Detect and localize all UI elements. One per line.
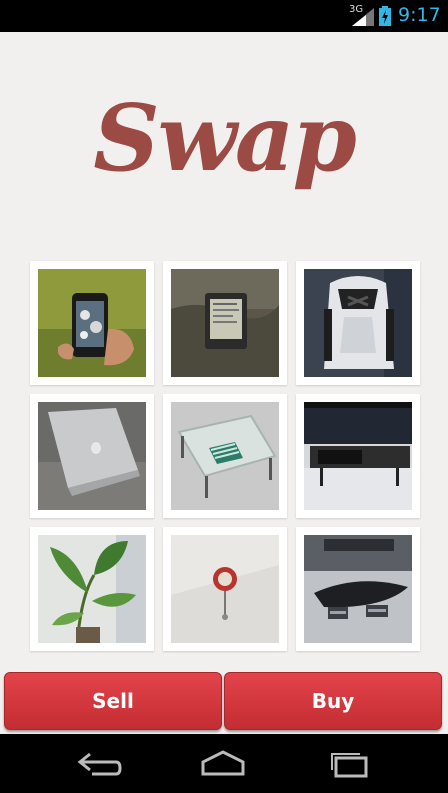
grid-item-wall-clock[interactable] [163, 527, 287, 651]
grid-item-kindle[interactable] [163, 261, 287, 385]
status-bar: 3G 9:17 [0, 0, 448, 32]
item-photo [38, 402, 146, 510]
buy-button[interactable]: Buy [224, 672, 442, 730]
item-photo [38, 535, 146, 643]
navigation-bar [0, 734, 448, 793]
main-content: Swap [0, 32, 448, 734]
grid-item-tv[interactable] [296, 394, 420, 518]
grid-item-backpack[interactable] [296, 261, 420, 385]
signal-icon [352, 8, 374, 26]
item-photo [304, 269, 412, 377]
item-photo [304, 535, 412, 643]
item-photo [171, 402, 279, 510]
grid-item-macbook[interactable] [30, 394, 154, 518]
grid-item-glass-table[interactable] [163, 394, 287, 518]
sell-button[interactable]: Sell [4, 672, 222, 730]
back-icon[interactable] [74, 748, 122, 778]
item-photo [38, 269, 146, 377]
grid-item-plant[interactable] [30, 527, 154, 651]
grid-item-coffee-table[interactable] [296, 527, 420, 651]
recent-apps-icon[interactable] [324, 748, 372, 778]
item-photo [304, 402, 412, 510]
clock: 9:17 [398, 4, 441, 26]
item-photo [171, 269, 279, 377]
home-icon[interactable] [199, 748, 247, 778]
app-logo: Swap [93, 84, 357, 192]
item-grid [30, 261, 420, 651]
item-photo [171, 535, 279, 643]
battery-icon [379, 6, 391, 26]
grid-item-iphone[interactable] [30, 261, 154, 385]
